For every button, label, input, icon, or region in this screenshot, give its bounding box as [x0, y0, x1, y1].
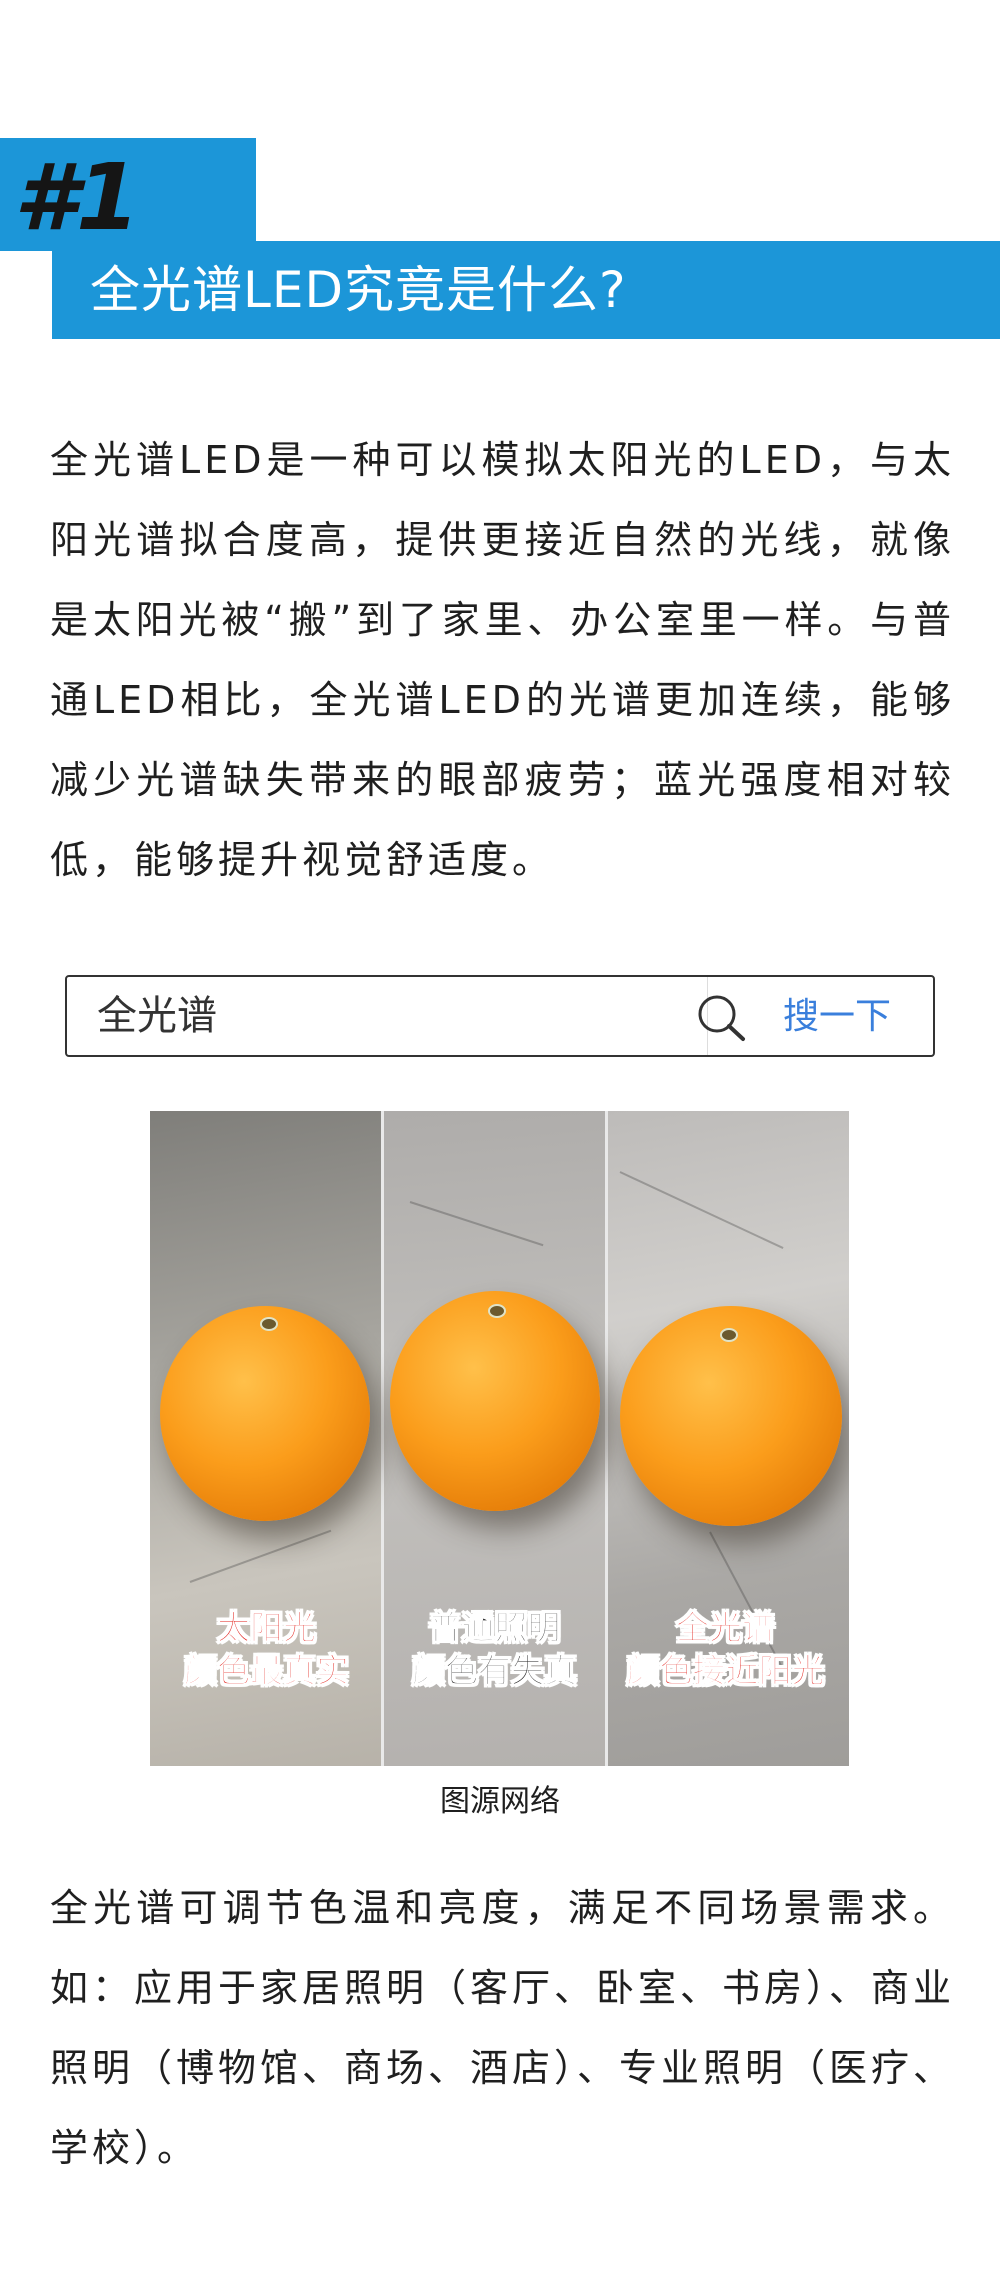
label-full-spectrum-desc: 颜色接近阳光	[626, 1651, 825, 1691]
section-number: #1	[14, 144, 140, 251]
orange-stem	[260, 1317, 278, 1331]
label-full-spectrum-title: 全光谱	[676, 1608, 776, 1648]
label-normal-title: 普通照明	[428, 1608, 561, 1648]
intro-paragraph: 全光谱LED是一种可以模拟太阳光的LED，与太阳光谱拟合度高，提供更接近自然的光…	[50, 438, 955, 882]
orange-comparison-photo: 太阳光 颜色最真实 普通照明 颜色有失真 全光谱 颜色接近阳光	[150, 1111, 849, 1766]
orange-normal	[390, 1291, 600, 1511]
search-icon[interactable]	[693, 991, 749, 1043]
search-button[interactable]: 搜一下	[783, 989, 891, 1045]
orange-stem	[488, 1304, 506, 1318]
label-sunlight-desc: 颜色最真实	[184, 1651, 350, 1691]
body-paragraph: 全光谱可调节色温和亮度，满足不同场景需求。如：应用于家居照明（客厅、卧室、书房）…	[50, 1886, 956, 2170]
section-title: 全光谱LED究竟是什么?	[90, 261, 627, 319]
label-normal-desc: 颜色有失真	[412, 1651, 578, 1691]
image-caption: 图源网络	[440, 1784, 560, 1819]
search-box[interactable]: 全光谱 搜一下	[65, 975, 935, 1057]
search-input[interactable]: 全光谱	[97, 987, 217, 1045]
orange-stem	[720, 1328, 738, 1342]
orange-sunlight	[160, 1306, 370, 1521]
label-sunlight-title: 太阳光	[217, 1608, 317, 1648]
